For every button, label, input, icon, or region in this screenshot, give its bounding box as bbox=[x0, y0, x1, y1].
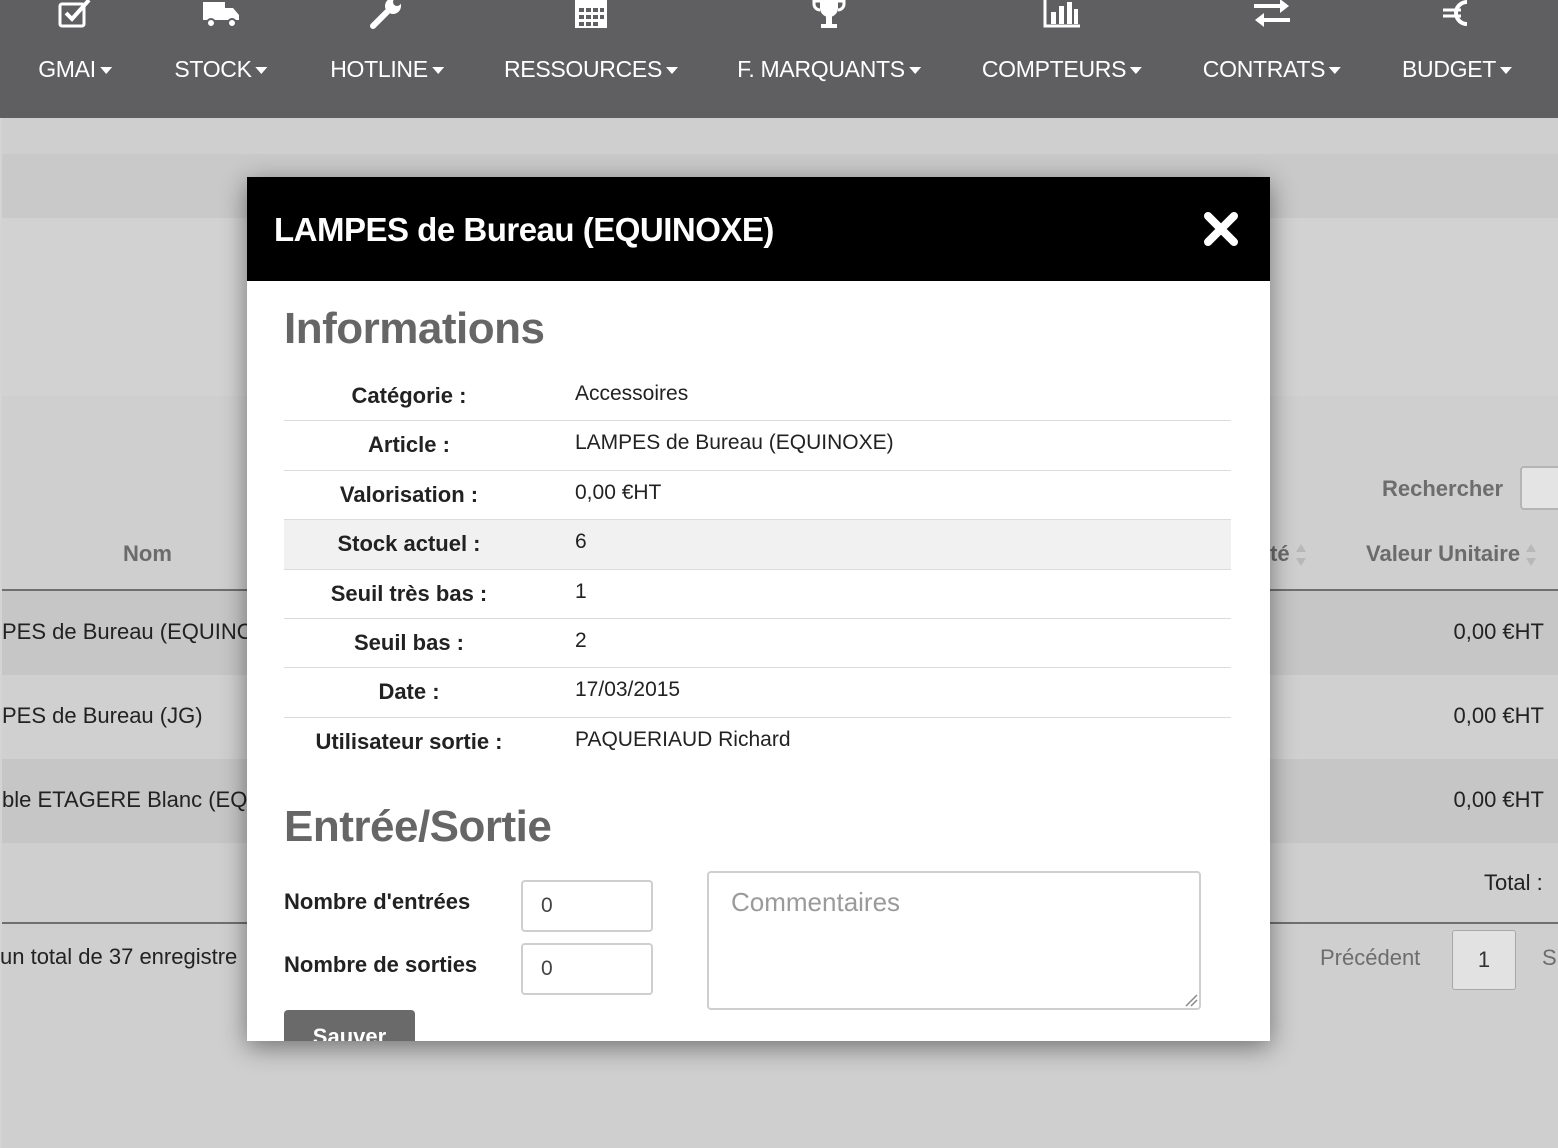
close-icon bbox=[1204, 212, 1238, 246]
info-label: Date : bbox=[378, 679, 440, 705]
entries-input[interactable] bbox=[521, 880, 653, 932]
entries-label: Nombre d'entrées bbox=[284, 889, 471, 914]
search-label: Rechercher bbox=[1382, 476, 1504, 501]
info-row-seuil-bas: Seuil bas : 2 bbox=[284, 619, 1231, 669]
modal-title: LAMPES de Bureau (EQUINOXE) bbox=[274, 211, 774, 248]
euro-icon bbox=[1437, 0, 1477, 32]
entree-sortie-heading: Entrée/Sortie bbox=[284, 802, 552, 851]
info-value: 2 bbox=[575, 628, 587, 652]
info-row-article: Article : LAMPES de Bureau (EQUINOXE) bbox=[284, 421, 1231, 471]
info-value: 0,00 €HT bbox=[575, 480, 662, 504]
informations-heading: Informations bbox=[284, 304, 545, 353]
sort-icon bbox=[1526, 542, 1537, 568]
row-name: PES de Bureau (EQUINO bbox=[2, 619, 254, 644]
bar-chart-icon bbox=[1042, 0, 1082, 32]
top-navigation: GMAI STOCK HOTLINE RESSOURCES F. MARQUAN… bbox=[0, 0, 1558, 118]
resize-grip-icon[interactable] bbox=[1184, 993, 1198, 1007]
chevron-down-icon bbox=[1329, 67, 1342, 75]
save-button[interactable]: Sauver bbox=[284, 1010, 415, 1041]
pagination-page-1[interactable]: 1 bbox=[1452, 930, 1516, 990]
info-value: Accessoires bbox=[575, 382, 689, 405]
trophy-icon bbox=[809, 0, 849, 32]
nav-compteurs-label: COMPTEURS bbox=[981, 56, 1127, 82]
info-row-categorie: Catégorie : Accessoires bbox=[284, 372, 1231, 422]
nav-hotline-label: HOTLINE bbox=[330, 56, 428, 82]
nav-contrats-label: CONTRATS bbox=[1202, 56, 1326, 82]
chevron-down-icon bbox=[1130, 67, 1143, 75]
info-table: Catégorie : Accessoires Article : LAMPES… bbox=[284, 372, 1231, 767]
row-value: 0,00 €HT bbox=[1453, 619, 1545, 644]
info-row-valorisation: Valorisation : 0,00 €HT bbox=[284, 471, 1231, 521]
row-value: 0,00 €HT bbox=[1453, 787, 1545, 812]
chevron-down-icon bbox=[666, 67, 679, 75]
info-label: Catégorie : bbox=[351, 383, 467, 408]
checkbox-icon bbox=[55, 0, 95, 32]
nav-stock-label: STOCK bbox=[174, 56, 252, 82]
info-label: Seuil bas : bbox=[353, 629, 465, 655]
info-row-stock-actuel: Stock actuel : 6 bbox=[284, 520, 1231, 570]
info-value: LAMPES de Bureau (EQUINOXE) bbox=[575, 431, 894, 455]
info-value: 6 bbox=[575, 530, 587, 554]
column-header-valeur-unitaire-label: Valeur Unitaire bbox=[1366, 541, 1521, 566]
info-row-date: Date : 17/03/2015 bbox=[284, 668, 1231, 718]
nav-gmai-label: GMAI bbox=[38, 56, 96, 82]
comments-textarea[interactable] bbox=[707, 871, 1201, 1010]
close-button[interactable] bbox=[1203, 211, 1239, 247]
info-row-seuil-tres-bas: Seuil très bas : 1 bbox=[284, 570, 1231, 619]
row-name: ble ETAGERE Blanc (EQU bbox=[2, 787, 264, 812]
pagination-next[interactable]: S bbox=[1542, 945, 1557, 971]
info-label: Seuil très bas : bbox=[330, 580, 488, 606]
info-row-utilisateur-sortie: Utilisateur sortie : PAQUERIAUD Richard bbox=[284, 718, 1231, 767]
info-label: Article : bbox=[368, 432, 450, 458]
info-value: 1 bbox=[575, 579, 587, 603]
nav-f-marquants-label: F. MARQUANTS bbox=[737, 56, 905, 82]
chevron-down-icon bbox=[908, 67, 921, 75]
calendar-icon bbox=[571, 0, 611, 32]
sort-icon bbox=[1295, 542, 1306, 568]
modal-header: LAMPES de Bureau (EQUINOXE) bbox=[247, 177, 1270, 281]
truck-icon bbox=[201, 0, 241, 32]
wrench-icon bbox=[367, 0, 407, 32]
total-label: Total : bbox=[1484, 870, 1543, 895]
column-header-valeur-unitaire[interactable]: Valeur Unitaire bbox=[1366, 541, 1537, 568]
exits-input[interactable] bbox=[521, 943, 653, 995]
records-info: un total de 37 enregistre bbox=[0, 944, 238, 969]
row-value: 0,00 €HT bbox=[1453, 703, 1545, 728]
info-label: Valorisation : bbox=[339, 481, 479, 507]
search-input[interactable] bbox=[1520, 466, 1558, 510]
column-header-nom[interactable]: Nom bbox=[123, 541, 172, 567]
nav-budget-label: BUDGET bbox=[1401, 56, 1497, 82]
row-name: PES de Bureau (JG) bbox=[2, 703, 203, 728]
nav-ressources-label: RESSOURCES bbox=[503, 56, 663, 82]
info-label: Utilisateur sortie : bbox=[315, 728, 503, 754]
chevron-down-icon bbox=[99, 67, 112, 75]
info-value: 17/03/2015 bbox=[575, 678, 681, 702]
chevron-down-icon bbox=[1500, 67, 1513, 75]
exits-label: Nombre de sorties bbox=[284, 952, 478, 977]
chevron-down-icon bbox=[431, 67, 444, 75]
column-header-quantite-label: té bbox=[1270, 541, 1290, 566]
exchange-icon bbox=[1252, 0, 1292, 32]
article-modal: LAMPES de Bureau (EQUINOXE) Informations… bbox=[247, 177, 1270, 1041]
info-value: PAQUERIAUD Richard bbox=[575, 727, 791, 751]
pagination-previous[interactable]: Précédent bbox=[1320, 945, 1420, 971]
chevron-down-icon bbox=[255, 67, 268, 75]
info-label: Stock actuel : bbox=[337, 531, 481, 557]
column-header-quantite[interactable]: té bbox=[1270, 541, 1306, 568]
